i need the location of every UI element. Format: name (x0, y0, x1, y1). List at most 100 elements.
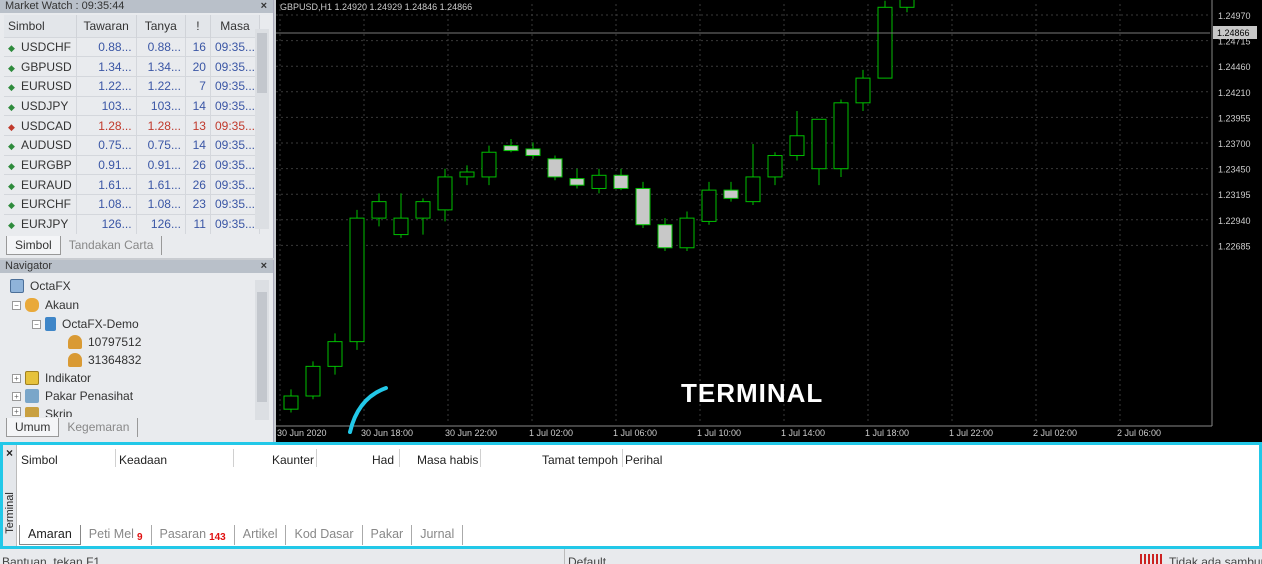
row-bid: 0.75... (76, 134, 137, 156)
tab-tandakan-carta[interactable]: Tandakan Carta (61, 236, 163, 255)
market-watch-scrollbar[interactable] (255, 29, 269, 229)
close-icon[interactable]: × (261, 260, 267, 273)
status-profile[interactable]: Default (568, 555, 606, 564)
nav-account-2[interactable]: 31364832 (68, 353, 141, 367)
terminal-side-label: Terminal (4, 492, 16, 534)
terminal-tab-label: Kod Dasar (294, 527, 354, 541)
time-tick-label: 1 Jul 14:00 (781, 428, 825, 438)
scroll-thumb[interactable] (257, 292, 267, 402)
col-kaunter[interactable]: Kaunter (272, 453, 314, 467)
nav-account-1[interactable]: 10797512 (68, 335, 141, 349)
candle-body (547, 158, 563, 178)
row-symbol-label: AUDUSD (21, 138, 72, 153)
arrow-up-icon: ◆ (8, 62, 15, 73)
row-symbol-label: EURCHF (21, 197, 71, 212)
expand-icon[interactable]: + (12, 407, 21, 416)
candlestick-chart[interactable]: 1.249701.247151.244601.242101.239551.237… (276, 0, 1262, 442)
terminal-tab-amaran[interactable]: Amaran (19, 525, 81, 545)
column-divider[interactable] (233, 449, 234, 467)
row-ask: 1.08... (136, 194, 186, 215)
row-symbol-label: USDCAD (21, 118, 72, 133)
candle-body (283, 395, 299, 410)
nav-octafx-demo-label: OctaFX-Demo (62, 317, 139, 331)
row-ask: 1.28... (136, 115, 186, 136)
col-had[interactable]: Had (372, 453, 394, 467)
collapse-icon[interactable]: − (12, 300, 21, 310)
row-symbol-label: EURJPY (21, 217, 69, 232)
price-chart[interactable]: 1.24970 1.24715 1.24460 1.24210 1.23955 1.237… (276, 0, 1262, 442)
row-bid: 1.22... (76, 75, 137, 97)
col-time[interactable]: Masa (210, 15, 261, 37)
close-icon[interactable]: × (6, 446, 13, 460)
navigator-scrollbar[interactable] (255, 280, 269, 420)
nav-indikator-label: Indikator (45, 371, 92, 385)
market-watch-row[interactable]: ◆ USDCHF 0.88... 0.88... 16 09:35... (4, 36, 261, 57)
tab-umum[interactable]: Umum (6, 418, 60, 437)
market-watch-row[interactable]: ◆ EURCHF 1.08... 1.08... 23 09:35... (4, 194, 261, 215)
row-ask: 126... (136, 213, 186, 234)
col-symbol[interactable]: Simbol (4, 15, 77, 37)
market-watch-row[interactable]: ◆ EURJPY 126... 126... 11 09:35... (4, 213, 261, 234)
nav-pakar-penasihat[interactable]: + Pakar Penasihat (12, 389, 133, 403)
nav-indikator[interactable]: + Indikator (12, 371, 91, 385)
nav-octafx[interactable]: OctaFX (10, 279, 71, 293)
expand-icon[interactable]: + (12, 373, 21, 383)
market-watch-row[interactable]: ◆ EURGBP 0.91... 0.91... 26 09:35... (4, 154, 261, 175)
row-time: 09:35... (210, 75, 261, 97)
row-bid: 0.91... (76, 154, 137, 175)
col-perihal[interactable]: Perihal (625, 453, 662, 467)
col-tamat-tempoh[interactable]: Tamat tempoh (542, 453, 618, 467)
column-divider[interactable] (399, 449, 400, 467)
market-watch-row[interactable]: ◆ EURUSD 1.22... 1.22... 7 09:35... (4, 75, 261, 97)
candle-body (371, 201, 387, 219)
terminal-tab-jurnal[interactable]: Jurnal (412, 525, 464, 545)
candle-body (437, 176, 453, 211)
col-bid[interactable]: Tawaran (76, 15, 137, 37)
candle-body (393, 217, 409, 236)
col-simbol[interactable]: Simbol (21, 453, 58, 467)
collapse-icon[interactable]: − (32, 319, 41, 329)
market-watch-row[interactable]: ◆ EURAUD 1.61... 1.61... 26 09:35... (4, 174, 261, 195)
candle-body (459, 171, 475, 178)
terminal-tab-label: Pasaran (159, 527, 207, 541)
terminal-tab-kod-dasar[interactable]: Kod Dasar (286, 525, 363, 545)
column-divider[interactable] (115, 449, 116, 467)
navigator-panel: Navigator × OctaFX − Akaun − OctaFX-Demo… (0, 260, 274, 442)
terminal-tab-artikel[interactable]: Artikel (235, 525, 287, 545)
tab-simbol[interactable]: Simbol (6, 236, 61, 255)
row-symbol: ◆ USDCAD (4, 115, 77, 136)
terminal-tab-pakar[interactable]: Pakar (363, 525, 413, 545)
column-divider[interactable] (480, 449, 481, 467)
market-watch-row[interactable]: ◆ USDCAD 1.28... 1.28... 13 09:35... (4, 115, 261, 136)
terminal-tab-peti-mel[interactable]: Peti Mel 9 (81, 525, 152, 545)
terminal-tab-pasaran[interactable]: Pasaran 143 (152, 525, 235, 545)
time-tick-label: 1 Jul 06:00 (613, 428, 657, 438)
current-price-label: 1.24866 (1217, 28, 1250, 38)
terminal-tabs: Amaran Peti Mel 9 Pasaran 143 Artikel Kod Dasa… (19, 525, 464, 545)
nav-octafx-demo[interactable]: − OctaFX-Demo (32, 317, 139, 331)
candle-body (635, 187, 651, 226)
close-icon[interactable]: × (261, 0, 267, 13)
tab-kegemaran[interactable]: Kegemaran (59, 418, 139, 437)
status-connection[interactable]: Tidak ada sambun (1169, 555, 1262, 564)
expand-icon[interactable]: + (12, 391, 21, 401)
nav-akaun[interactable]: − Akaun (12, 298, 79, 312)
scroll-thumb[interactable] (257, 33, 267, 93)
col-masa-habis[interactable]: Masa habis (417, 453, 478, 467)
column-divider[interactable] (622, 449, 623, 467)
row-spread: 7 (185, 75, 211, 97)
row-spread: 16 (185, 36, 211, 57)
col-keadaan[interactable]: Keadaan (119, 453, 167, 467)
market-watch-row[interactable]: ◆ GBPUSD 1.34... 1.34... 20 09:35... (4, 56, 261, 77)
row-time: 09:35... (210, 154, 261, 175)
column-divider[interactable] (316, 449, 317, 467)
col-ask[interactable]: Tanya (136, 15, 186, 37)
candle-body (349, 217, 365, 343)
row-bid: 1.28... (76, 115, 137, 136)
nav-skrip[interactable]: + Skrip (12, 407, 72, 417)
market-watch-row[interactable]: ◆ AUDUSD 0.75... 0.75... 14 09:35... (4, 134, 261, 156)
col-spread[interactable]: ! (185, 15, 211, 37)
arrow-up-icon: ◆ (8, 220, 15, 231)
arrow-up-icon: ◆ (8, 141, 15, 152)
market-watch-row[interactable]: ◆ USDJPY 103... 103... 14 09:35... (4, 95, 261, 116)
